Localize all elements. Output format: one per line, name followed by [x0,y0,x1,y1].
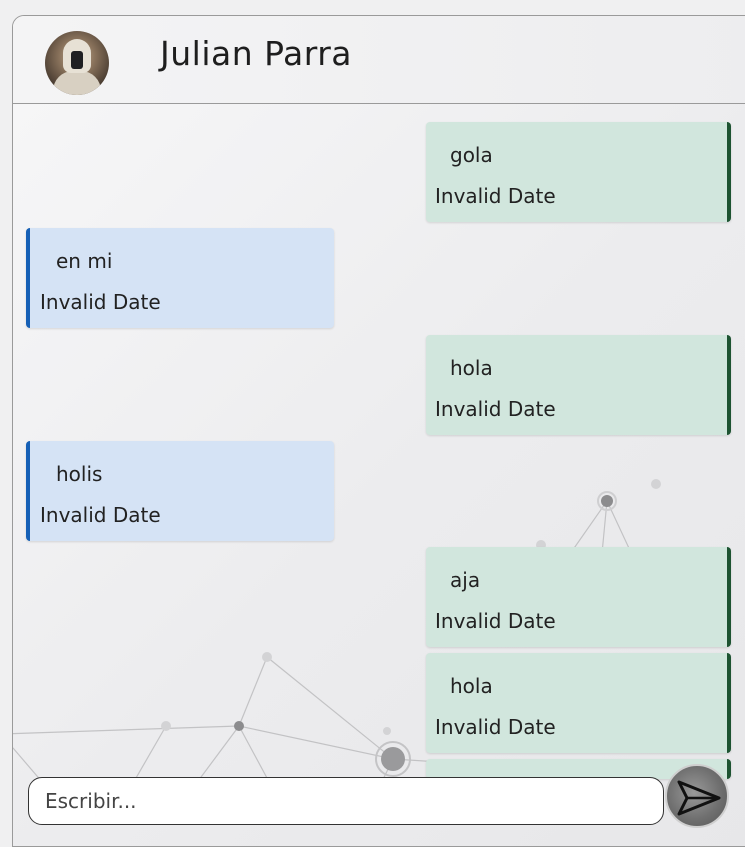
message-text: aja [450,568,481,592]
message-time: Invalid Date [40,503,161,527]
chat-window: Julian Parra gola Invalid Date en mi Inv… [12,15,745,847]
message-time: Invalid Date [435,184,556,208]
message-incoming[interactable]: en mi Invalid Date [26,228,334,328]
message-time: Invalid Date [435,715,556,739]
message-outgoing[interactable]: hola Invalid Date [426,335,731,435]
message-text: hola [450,356,493,380]
message-text: gola [450,143,493,167]
chat-header: Julian Parra [13,16,745,104]
contact-avatar[interactable] [45,31,109,95]
message-outgoing[interactable]: hola Invalid Date [426,653,731,753]
send-icon [677,780,721,816]
message-time: Invalid Date [435,397,556,421]
avatar-figure [53,71,101,95]
avatar-phone [71,51,83,69]
message-text: hola [450,674,493,698]
message-time: Invalid Date [40,290,161,314]
message-input[interactable] [43,788,647,814]
message-outgoing[interactable]: gola Invalid Date [426,122,731,222]
message-list[interactable]: gola Invalid Date en mi Invalid Date hol… [13,104,745,804]
message-time: Invalid Date [435,609,556,633]
message-text: holis [56,462,103,486]
send-button[interactable] [665,764,729,828]
message-text: en mi [56,249,113,273]
message-outgoing[interactable]: aja Invalid Date [426,547,731,647]
message-composer [28,777,664,825]
message-incoming[interactable]: holis Invalid Date [26,441,334,541]
contact-name: Julian Parra [160,34,353,73]
